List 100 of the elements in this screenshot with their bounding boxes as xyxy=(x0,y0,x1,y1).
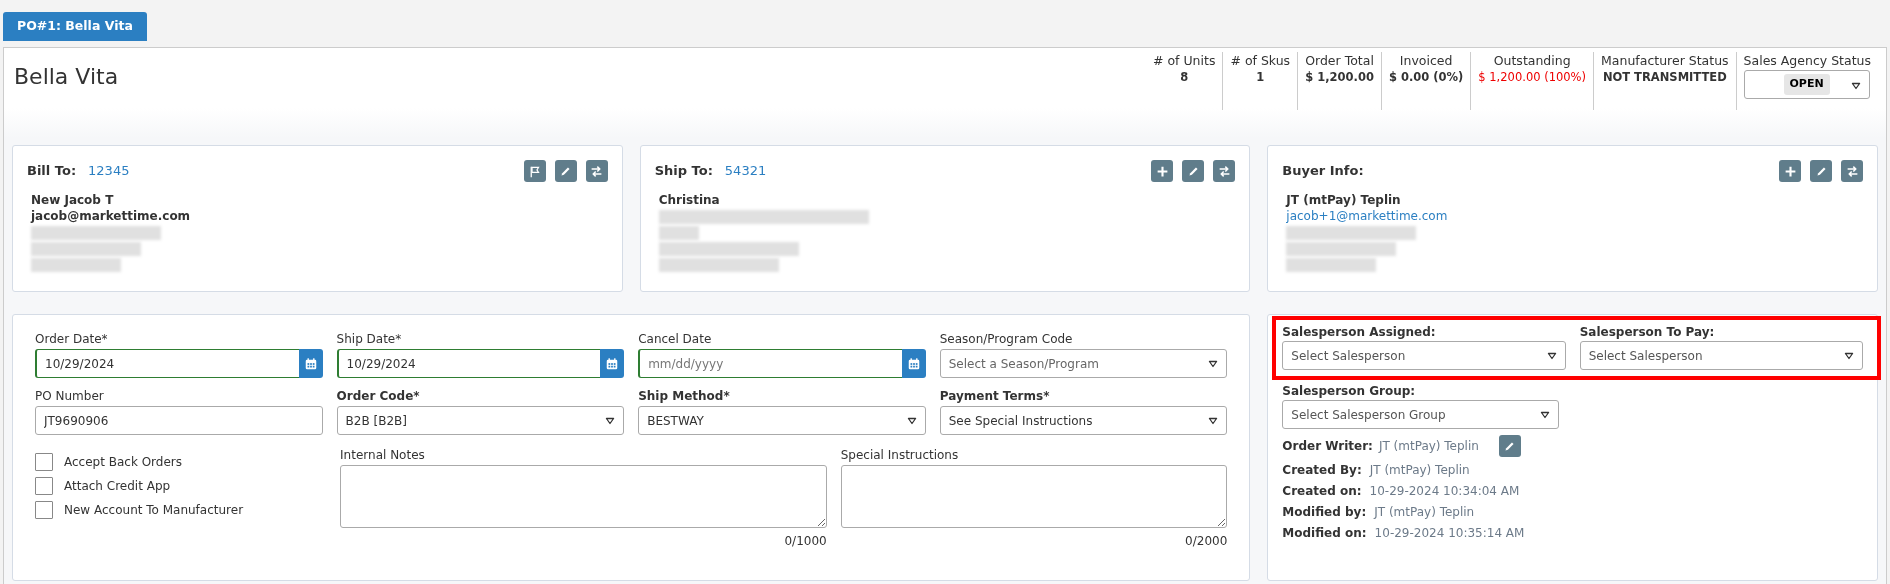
field-label: Salesperson Group: xyxy=(1282,383,1417,400)
contact-text: New Jacob T xyxy=(31,192,115,208)
meta-value: 10-29-2024 10:34:04 AM xyxy=(1369,483,1520,500)
edit-button[interactable] xyxy=(1182,160,1205,182)
field-label: Internal Notes xyxy=(340,447,426,463)
dropdown[interactable]: Select Salesperson Group xyxy=(1282,400,1559,429)
meta-value: JT (mtPay) Teplin xyxy=(1374,504,1475,521)
caret-icon xyxy=(906,415,917,426)
field-label: Ship Date* xyxy=(336,331,403,347)
stat-value: NOT TRANSMITTED xyxy=(1601,69,1728,86)
edit-button[interactable] xyxy=(554,160,577,182)
checkbox-label: Attach Credit App xyxy=(64,478,171,495)
dropdown[interactable]: See Special Instructions xyxy=(939,406,1228,435)
order-title: Bella Vita xyxy=(13,63,119,91)
order-tab[interactable]: PO#1: Bella Vita xyxy=(3,12,147,41)
calendar-button[interactable] xyxy=(298,349,323,378)
field-label: Payment Terms* xyxy=(939,388,1051,404)
dropdown[interactable]: BESTWAY xyxy=(638,406,926,435)
calendar-icon xyxy=(605,356,620,371)
caret-icon xyxy=(1539,409,1550,420)
stat-value: $ 1,200.00 xyxy=(1305,69,1374,86)
edit-button[interactable] xyxy=(1810,160,1832,182)
caret-icon xyxy=(1844,350,1854,361)
calendar-icon xyxy=(303,356,318,371)
field-label: Order Writer: xyxy=(1282,438,1373,455)
date-field[interactable]: 10/29/2024 xyxy=(35,349,299,378)
edit-button[interactable] xyxy=(1498,435,1521,457)
meta-label: Created on: xyxy=(1282,483,1362,500)
field-label: Cancel Date xyxy=(638,331,713,347)
input-field[interactable]: JT9690906 xyxy=(35,406,323,435)
caret-icon xyxy=(1850,81,1861,91)
field-label: Special Instructions xyxy=(840,447,960,463)
plus-icon xyxy=(1783,164,1797,178)
caret-icon xyxy=(1208,415,1219,426)
calendar-button[interactable] xyxy=(901,349,926,378)
field-label: Order Code* xyxy=(336,388,421,404)
meta-value: 10-29-2024 10:35:14 AM xyxy=(1374,525,1525,542)
meta-label: Modified by: xyxy=(1282,504,1367,521)
stat-label: Order Total xyxy=(1305,52,1374,69)
stat-label: Manufacturer Status xyxy=(1601,52,1729,69)
calendar-icon xyxy=(906,356,921,371)
field-label: Season/Program Code xyxy=(939,331,1074,347)
stat-label: Outstanding xyxy=(1492,52,1572,69)
flag-button[interactable] xyxy=(523,160,546,182)
swap-button[interactable] xyxy=(585,160,608,182)
date-field[interactable]: mm/dd/yyyy xyxy=(638,349,902,378)
stat-label: Invoiced xyxy=(1398,52,1454,69)
add-button[interactable] xyxy=(1779,160,1801,182)
character-counter: 0/1000 xyxy=(783,533,827,550)
caret-icon xyxy=(605,415,616,426)
calendar-button[interactable] xyxy=(600,349,625,378)
swap-arrows-icon xyxy=(1845,164,1859,178)
swap-arrows-icon xyxy=(590,164,604,178)
checkbox[interactable] xyxy=(35,477,53,495)
card-title: Ship To: xyxy=(654,163,713,179)
dropdown[interactable]: Select Salesperson xyxy=(1282,341,1566,370)
flag-icon xyxy=(528,164,542,178)
stat-label: # of Skus xyxy=(1230,52,1291,69)
field-label: PO Number xyxy=(35,388,105,404)
account-link[interactable]: 12345 xyxy=(88,163,130,179)
caret-icon xyxy=(1208,358,1219,369)
contact-text: jacob@markettime.com xyxy=(31,208,192,224)
card-title: Bill To: xyxy=(27,163,77,179)
swap-button[interactable] xyxy=(1841,160,1863,182)
card-title: Buyer Info: xyxy=(1282,163,1364,179)
meta-label: Modified on: xyxy=(1282,525,1367,542)
field-label: Salesperson To Pay: xyxy=(1579,324,1716,341)
checkbox[interactable] xyxy=(35,453,53,471)
field-label: Order Date* xyxy=(35,331,109,347)
stat-label: Sales Agency Status xyxy=(1743,52,1871,69)
swap-button[interactable] xyxy=(1213,160,1236,182)
stat-value: 8 xyxy=(1179,69,1190,86)
email-link[interactable]: jacob+1@markettime.com xyxy=(1286,208,1863,224)
dropdown[interactable]: Select a Season/Program xyxy=(939,349,1228,378)
add-button[interactable] xyxy=(1151,160,1174,182)
dropdown[interactable]: B2B [B2B] xyxy=(336,406,625,435)
checkbox-label: Accept Back Orders xyxy=(64,454,182,471)
notes-textarea[interactable] xyxy=(840,465,1228,528)
contact-text: JT (mtPay) Teplin xyxy=(1286,192,1402,208)
order-writer-name: JT (mtPay) Teplin xyxy=(1378,438,1479,455)
character-counter: 0/2000 xyxy=(1184,533,1228,550)
account-link[interactable]: 54321 xyxy=(724,163,767,179)
date-field[interactable]: 10/29/2024 xyxy=(336,349,601,378)
plus-icon xyxy=(1155,164,1169,178)
caret-icon xyxy=(1546,350,1557,361)
notes-textarea[interactable] xyxy=(340,465,827,528)
stat-value: 1 xyxy=(1255,69,1266,86)
field-label: Ship Method* xyxy=(638,388,731,404)
checkbox-label: New Account To Manufacturer xyxy=(64,502,244,519)
dropdown[interactable]: Select Salesperson xyxy=(1579,341,1863,370)
stat-label: # of Units xyxy=(1153,52,1216,69)
meta-label: Created By: xyxy=(1282,462,1362,479)
swap-arrows-icon xyxy=(1217,164,1231,178)
stat-value: $ 0.00 (0%) xyxy=(1388,69,1464,86)
checkbox[interactable] xyxy=(35,501,53,519)
status-dropdown[interactable]: OPEN xyxy=(1743,70,1870,99)
stat-value: $ 1,200.00 (100%) xyxy=(1478,69,1587,86)
meta-value: JT (mtPay) Teplin xyxy=(1369,462,1470,479)
contact-text: Christina xyxy=(658,192,721,208)
field-label: Salesperson Assigned: xyxy=(1282,324,1437,341)
